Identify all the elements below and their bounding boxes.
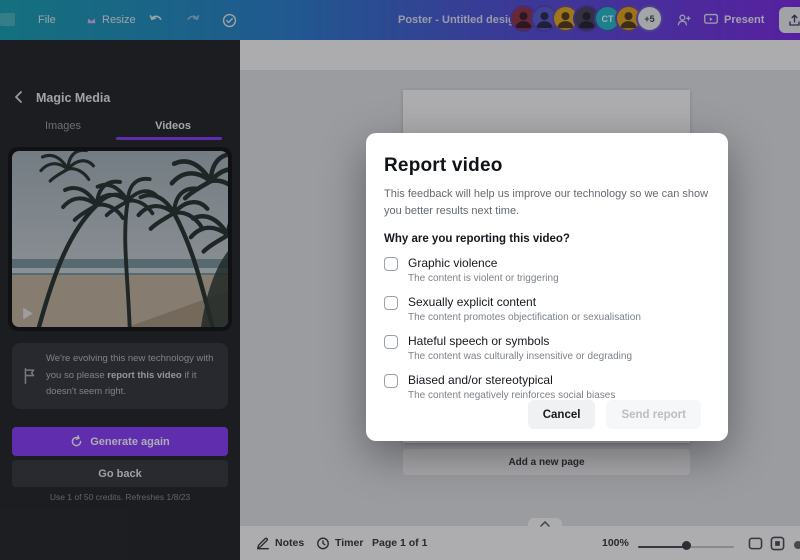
option-label[interactable]: Graphic violence <box>408 256 559 270</box>
option-sexually-explicit: Sexually explicit content The content pr… <box>384 295 710 323</box>
modal-title: Report video <box>384 155 503 176</box>
option-description: The content is violent or triggering <box>408 273 559 285</box>
report-video-modal: Report video This feedback will help us … <box>366 133 728 441</box>
send-report-button[interactable]: Send report <box>606 400 701 429</box>
modal-actions: Cancel Send report <box>527 400 701 429</box>
option-description: The content was culturally insensitive o… <box>408 351 633 363</box>
option-description: The content promotes objectification or … <box>408 312 641 324</box>
option-label[interactable]: Sexually explicit content <box>408 295 641 309</box>
checkbox-graphic-violence[interactable] <box>384 257 398 272</box>
option-biased-stereotypical: Biased and/or stereotypical The content … <box>384 373 710 401</box>
option-graphic-violence: Graphic violence The content is violent … <box>384 256 710 284</box>
option-label[interactable]: Hateful speech or symbols <box>408 334 632 348</box>
checkbox-biased-stereotypical[interactable] <box>384 374 398 389</box>
option-hateful-speech: Hateful speech or symbols The content wa… <box>384 334 710 362</box>
canva-editor: File Resize Poster - Untitled design CT … <box>0 0 800 560</box>
checkbox-hateful-speech[interactable] <box>384 335 398 350</box>
modal-question: Why are you reporting this video? <box>384 233 570 246</box>
option-label[interactable]: Biased and/or stereotypical <box>408 373 615 387</box>
cancel-button[interactable]: Cancel <box>527 400 596 429</box>
modal-description: This feedback will help us improve our t… <box>384 188 709 218</box>
checkbox-sexually-explicit[interactable] <box>384 296 398 311</box>
